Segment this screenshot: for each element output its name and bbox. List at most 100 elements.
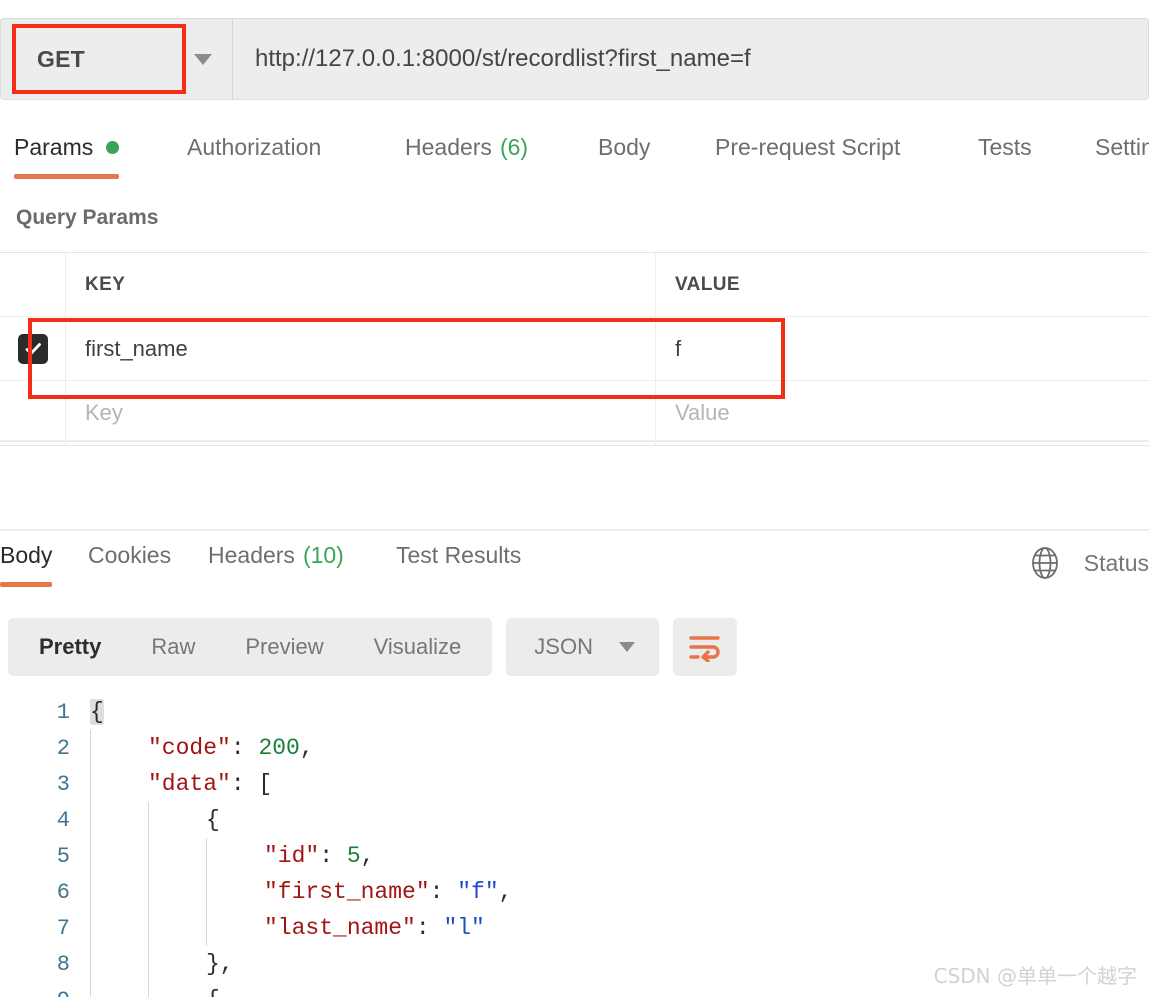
http-method-dropdown[interactable]: GET — [0, 18, 232, 100]
indent-guide — [206, 838, 207, 874]
line-number: 7 — [56, 915, 70, 941]
response-tab-test-results-label: Test Results — [396, 542, 522, 568]
table-header-row: KEY VALUE — [0, 253, 1149, 317]
row-enable-checkbox[interactable] — [17, 333, 48, 364]
tab-tests-label: Tests — [978, 134, 1032, 160]
code-line: 1{ — [0, 694, 1149, 730]
tab-settings[interactable]: Settings — [1095, 130, 1149, 179]
response-tab-headers-label: Headers — [208, 542, 295, 568]
response-tab-headers[interactable]: Headers (10) — [208, 538, 344, 587]
row-key-cell[interactable]: first_name — [66, 317, 656, 380]
indent-guide — [90, 874, 91, 910]
http-method-label: GET — [37, 45, 85, 72]
view-mode-pretty[interactable]: Pretty — [14, 618, 126, 676]
placeholder-key-cell[interactable]: Key — [66, 381, 656, 445]
status-label: Status — [1083, 549, 1149, 576]
indent-guide — [90, 946, 91, 982]
view-mode-raw[interactable]: Raw — [126, 618, 220, 676]
code-line-content: { — [84, 694, 1149, 730]
response-tab-bar: Body Cookies Headers (10) Test Results — [0, 538, 1149, 594]
tab-params[interactable]: Params — [14, 130, 120, 179]
code-token: { — [206, 987, 220, 997]
placeholder-checkbox-cell[interactable] — [0, 381, 66, 445]
line-number: 6 — [56, 879, 70, 905]
code-token: "f" — [457, 879, 499, 905]
tab-headers[interactable]: Headers (6) — [405, 130, 528, 179]
response-format-toolbar: Pretty Raw Preview Visualize JSON — [8, 618, 737, 676]
view-mode-visualize[interactable]: Visualize — [349, 618, 487, 676]
code-token: : — [230, 735, 259, 761]
indent-guide — [90, 730, 91, 766]
code-tokens: "data": [ — [148, 771, 272, 797]
response-tab-cookies[interactable]: Cookies — [88, 538, 171, 587]
language-dropdown[interactable]: JSON — [506, 618, 659, 676]
table-row: first_name f — [0, 317, 1149, 381]
indent-guide — [90, 766, 91, 802]
request-url-input[interactable]: http://127.0.0.1:8000/st/recordlist?firs… — [232, 18, 1149, 100]
code-line: 3 "data": [ — [0, 766, 1149, 802]
code-token: , — [299, 735, 314, 761]
response-body-code[interactable]: 1{2 "code": 200, 3 "data": [ 4{ 5 "id": 5, 6 "fi… — [0, 694, 1149, 997]
active-tab-underline — [14, 174, 120, 179]
query-params-table: KEY VALUE first_name f Key Value — [0, 252, 1149, 446]
indent-guide — [206, 910, 207, 946]
indent-guide — [148, 802, 149, 838]
indent-guide — [148, 982, 149, 997]
tab-params-label: Params — [14, 134, 94, 160]
row-enable-checkbox-cell[interactable] — [0, 317, 66, 380]
code-line: 2 "code": 200, — [0, 730, 1149, 766]
check-icon — [25, 342, 41, 355]
code-line-content: "data": [ — [84, 766, 1149, 802]
code-line: 4{ — [0, 802, 1149, 838]
watermark-text: CSDN @单单一个越字 — [933, 964, 1137, 988]
indent-guide — [90, 802, 91, 838]
chevron-down-icon[interactable] — [174, 53, 232, 65]
code-tokens: { — [206, 807, 220, 833]
code-token: "last_name" — [264, 915, 416, 941]
code-line-content: "last_name": "l" — [84, 910, 1149, 946]
code-token: "code" — [148, 735, 231, 761]
code-token: "id" — [264, 843, 320, 869]
tab-settings-label: Settings — [1095, 134, 1149, 160]
column-header-value: VALUE — [675, 273, 740, 295]
code-token: }, — [206, 951, 234, 977]
placeholder-value-cell[interactable]: Value — [656, 381, 1149, 445]
row-value-text: f — [675, 335, 682, 361]
code-token: : — [319, 843, 347, 869]
row-value-cell[interactable]: f — [656, 317, 1149, 380]
view-mode-group: Pretty Raw Preview Visualize — [8, 618, 493, 676]
code-line-content: "code": 200, — [84, 730, 1149, 766]
code-line: 6 "first_name": "f", — [0, 874, 1149, 910]
code-token: "data" — [148, 771, 231, 797]
code-line-content: { — [84, 802, 1149, 838]
section-divider-response — [0, 529, 1149, 531]
tab-body-label: Body — [598, 134, 651, 160]
tab-pre-request-script[interactable]: Pre-request Script — [715, 130, 900, 179]
response-tab-body[interactable]: Body — [0, 538, 53, 587]
code-line-content: "id": 5, — [84, 838, 1149, 874]
row-key-text: first_name — [85, 335, 188, 361]
header-cell-key: KEY — [66, 253, 656, 316]
response-status-area: Status — [1028, 538, 1149, 588]
view-mode-preview[interactable]: Preview — [220, 618, 348, 676]
line-number: 8 — [56, 951, 70, 977]
params-active-dot-icon — [106, 141, 120, 154]
request-tab-bar: Params Authorization Headers (6) Body Pr… — [0, 130, 1149, 184]
tab-authorization[interactable]: Authorization — [187, 130, 321, 179]
language-label: JSON — [534, 634, 593, 659]
tab-body[interactable]: Body — [598, 130, 650, 179]
code-token: , — [360, 843, 375, 869]
globe-icon[interactable] — [1028, 546, 1062, 580]
line-number: 3 — [56, 771, 70, 797]
tab-headers-count: (6) — [499, 134, 529, 160]
code-token: : — [429, 879, 458, 905]
code-line: 7 "last_name": "l" — [0, 910, 1149, 946]
response-tab-body-label: Body — [0, 542, 53, 568]
line-number: 5 — [56, 843, 70, 869]
response-tab-test-results[interactable]: Test Results — [396, 538, 521, 587]
code-token: 200 — [258, 735, 300, 761]
tab-tests[interactable]: Tests — [978, 130, 1032, 179]
wrap-lines-button[interactable] — [672, 618, 737, 676]
code-tokens: }, — [206, 951, 234, 977]
query-params-title: Query Params — [16, 206, 159, 229]
